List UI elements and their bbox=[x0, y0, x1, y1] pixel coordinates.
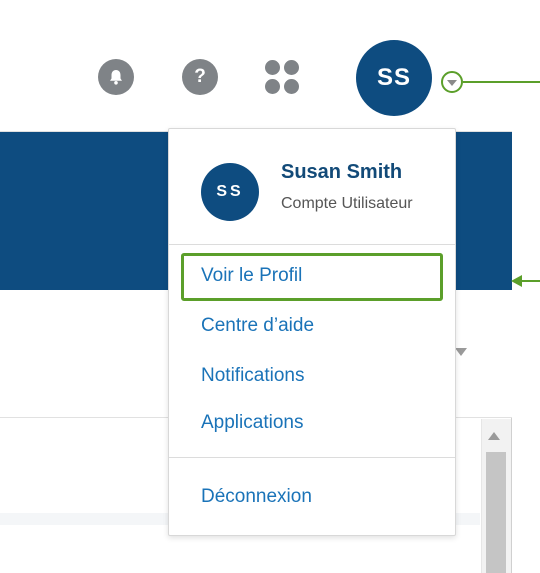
user-dropdown-menu: SS Susan Smith Compte Utilisateur Voir l… bbox=[168, 128, 456, 536]
menu-item-applications[interactable]: Applications bbox=[201, 411, 303, 435]
menu-item-deconnexion[interactable]: Déconnexion bbox=[201, 485, 312, 509]
menu-item-voir-profil[interactable]: Voir le Profil bbox=[201, 264, 302, 288]
bell-glyph bbox=[110, 70, 122, 85]
filter-dropdown-chevron-icon[interactable] bbox=[455, 348, 467, 356]
apps-dot bbox=[284, 79, 299, 94]
menu-avatar: SS bbox=[201, 163, 259, 221]
avatar-initials: SS bbox=[376, 64, 411, 91]
menu-item-notifications[interactable]: Notifications bbox=[201, 364, 305, 388]
user-role: Compte Utilisateur bbox=[281, 195, 413, 212]
screenshot-stage: ? SS SS Susan Smith Compte Utilisateur V… bbox=[0, 0, 540, 573]
user-name: Susan Smith bbox=[281, 161, 403, 183]
scrollbar-thumb[interactable] bbox=[486, 452, 506, 573]
help-glyph: ? bbox=[194, 66, 206, 87]
apps-dot bbox=[284, 60, 299, 75]
annotation-line-profile bbox=[522, 280, 540, 282]
menu-divider bbox=[169, 244, 455, 245]
apps-dot bbox=[265, 60, 280, 75]
chevron-down-icon[interactable] bbox=[441, 71, 463, 93]
menu-avatar-initials: SS bbox=[216, 183, 244, 200]
bell-icon[interactable] bbox=[98, 59, 134, 95]
annotation-arrow-icon bbox=[511, 275, 522, 287]
top-bar bbox=[0, 0, 512, 132]
apps-dot bbox=[265, 79, 280, 94]
help-icon[interactable]: ? bbox=[182, 59, 218, 95]
menu-divider bbox=[169, 457, 455, 458]
scroll-up-arrow-icon[interactable] bbox=[488, 432, 500, 440]
user-avatar-button[interactable]: SS bbox=[356, 40, 432, 116]
annotation-line-top bbox=[463, 81, 540, 83]
apps-grid-icon[interactable] bbox=[265, 60, 301, 96]
menu-item-centre-aide[interactable]: Centre d’aide bbox=[201, 314, 314, 338]
